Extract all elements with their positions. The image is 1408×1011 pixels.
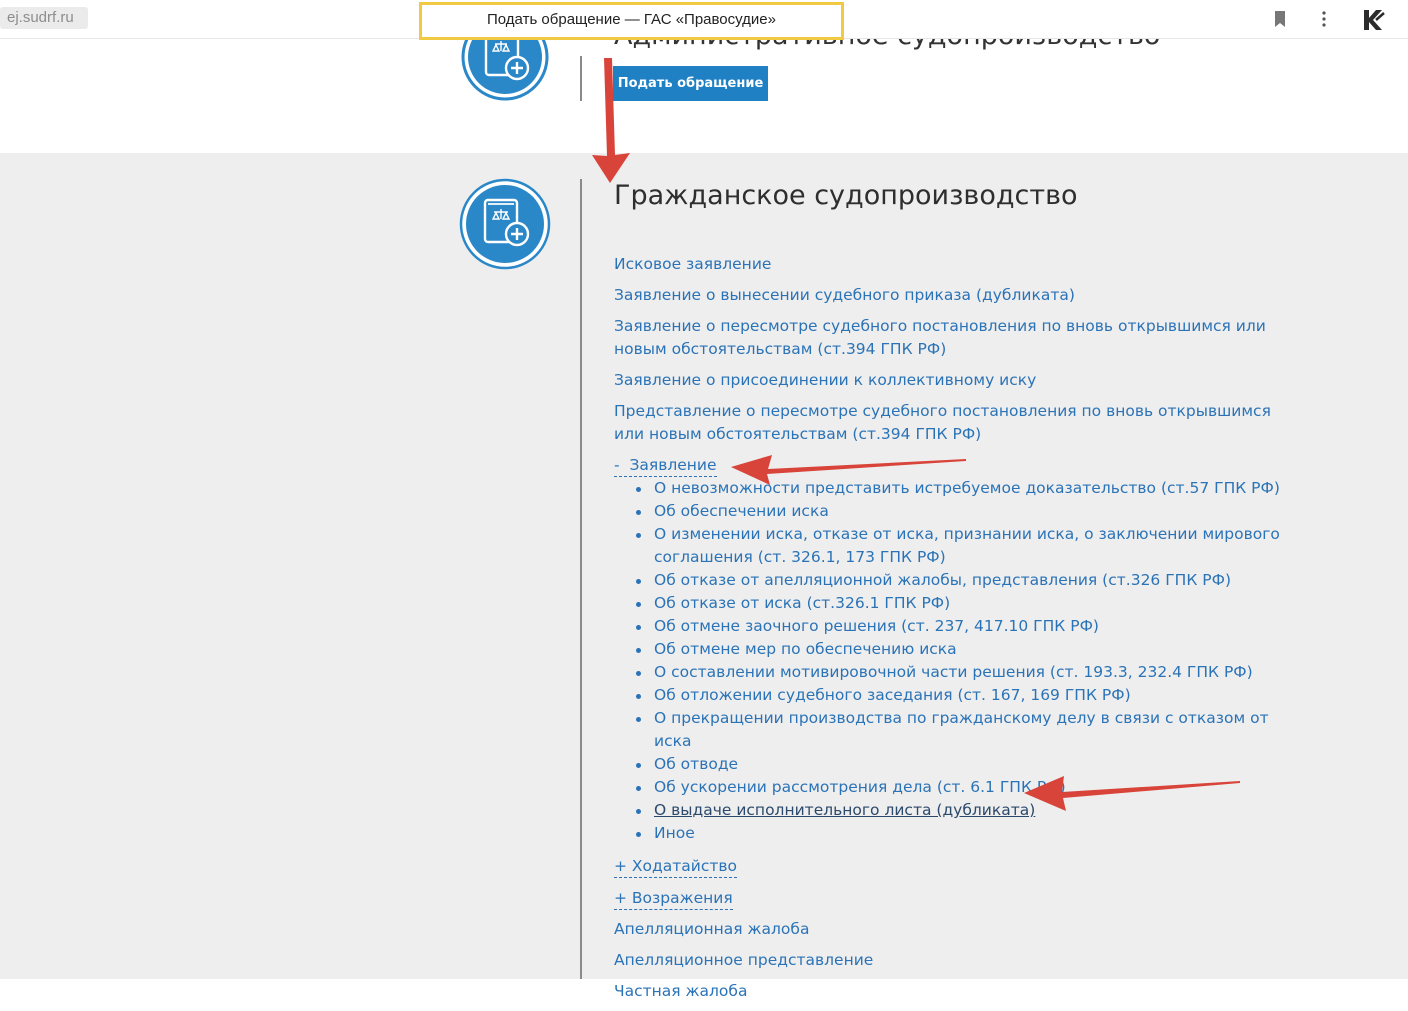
section-title: Гражданское судопроизводство: [614, 180, 1078, 211]
document-types-list: Исковое заявление Заявление о вынесении …: [614, 253, 1304, 1011]
list-item[interactable]: О прекращении производства по гражданско…: [636, 707, 1304, 753]
link-court-order-application[interactable]: Заявление о вынесении судебного приказа …: [614, 284, 1304, 307]
list-item[interactable]: О составлении мотивировочной части решен…: [636, 661, 1304, 684]
list-item[interactable]: Об отложении судебного заседания (ст. 16…: [636, 684, 1304, 707]
link-review-application[interactable]: Заявление о пересмотре судебного постано…: [614, 315, 1304, 361]
link-private-complaint[interactable]: Частная жалоба: [614, 980, 1304, 1003]
list-item[interactable]: Об отказе от апелляционной жалобы, предс…: [636, 569, 1304, 592]
statement-sublist: О невозможности представить истребуемое …: [614, 477, 1304, 845]
submit-appeal-button[interactable]: Подать обращение: [613, 66, 768, 101]
link-class-action-joinder[interactable]: Заявление о присоединении к коллективном…: [614, 369, 1304, 392]
court-case-icon: [461, 38, 549, 101]
bookmark-icon[interactable]: [1272, 10, 1288, 28]
list-item[interactable]: Об обеспечении иска: [636, 500, 1304, 523]
civil-case-icon: [459, 178, 551, 270]
section-divider: [580, 56, 582, 101]
toggle-objections[interactable]: + Возражения: [614, 887, 733, 910]
administrative-section: Административное судопроизводство Подать…: [0, 38, 1408, 153]
link-appeal-submission[interactable]: Апелляционное представление: [614, 949, 1304, 972]
link-statement-of-claim[interactable]: Исковое заявление: [614, 253, 1304, 276]
page-title-highlight: Подать обращение — ГАС «Правосудие»: [419, 2, 844, 40]
link-review-submission[interactable]: Представление о пересмотре судебного пос…: [614, 400, 1304, 446]
list-item[interactable]: Иное: [636, 822, 1304, 845]
extension-icon[interactable]: [1360, 7, 1386, 33]
list-item[interactable]: О невозможности представить истребуемое …: [636, 477, 1304, 500]
browser-toolbar: ej.sudrf.ru Подать обращение — ГАС «Прав…: [0, 0, 1408, 40]
section-divider: [580, 179, 582, 979]
list-item-writ-of-execution[interactable]: О выдаче исполнительного листа (дубликат…: [636, 799, 1304, 822]
menu-icon[interactable]: [1318, 9, 1330, 29]
list-item[interactable]: Об отводе: [636, 753, 1304, 776]
list-item[interactable]: Об ускорении рассмотрения дела (ст. 6.1 …: [636, 776, 1304, 799]
url-bar[interactable]: ej.sudrf.ru: [0, 7, 88, 29]
toggle-petition[interactable]: + Ходатайство: [614, 855, 738, 878]
list-item[interactable]: Об отказе от иска (ст.326.1 ГПК РФ): [636, 592, 1304, 615]
list-item[interactable]: Об отмене заочного решения (ст. 237, 417…: [636, 615, 1304, 638]
civil-proceedings-section: Гражданское судопроизводство Исковое зая…: [0, 153, 1408, 1000]
toggle-statement[interactable]: - Заявление: [614, 454, 717, 477]
link-appeal[interactable]: Апелляционная жалоба: [614, 918, 1304, 941]
list-item[interactable]: О изменении иска, отказе от иска, призна…: [636, 523, 1304, 569]
list-item[interactable]: Об отмене мер по обеспечению иска: [636, 638, 1304, 661]
